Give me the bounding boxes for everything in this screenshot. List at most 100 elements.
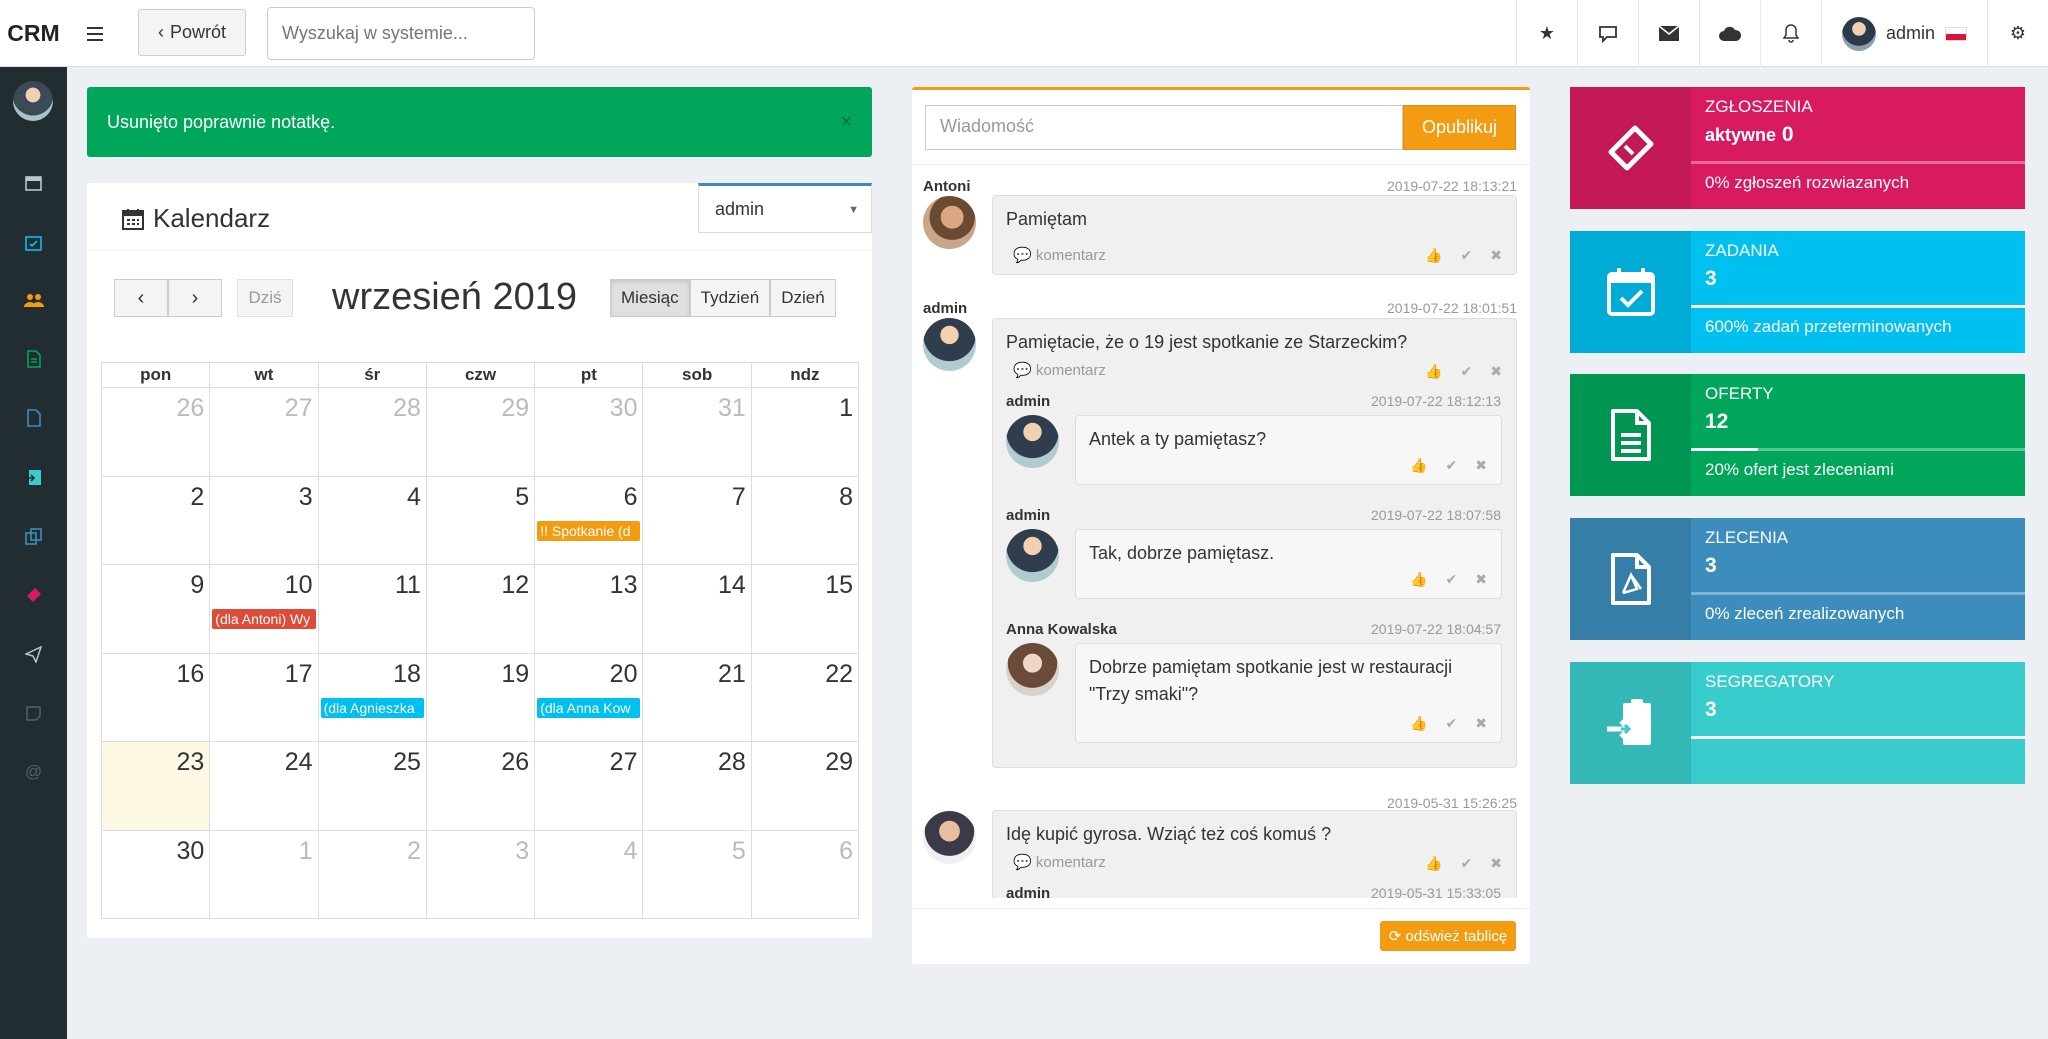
view-button-1[interactable]: Tydzień bbox=[689, 279, 771, 317]
prev-month-button[interactable]: ‹ bbox=[114, 279, 168, 317]
calendar-day[interactable]: 30 bbox=[534, 388, 642, 476]
ticket-icon[interactable] bbox=[0, 575, 67, 615]
check-icon[interactable]: ✔ bbox=[1461, 363, 1473, 380]
close-icon[interactable]: × bbox=[840, 111, 852, 134]
pdf-icon[interactable] bbox=[0, 398, 67, 438]
info-box-oferty[interactable]: OFERTY 12 20% ofert jest zleceniami bbox=[1570, 374, 2025, 496]
check-icon[interactable]: ✔ bbox=[1446, 457, 1458, 474]
check-icon[interactable]: ✔ bbox=[1446, 715, 1458, 732]
calendar-day[interactable]: 28 bbox=[317, 388, 426, 476]
envelope-icon[interactable] bbox=[1638, 0, 1699, 67]
check-icon[interactable]: ✔ bbox=[1461, 247, 1473, 264]
document-icon[interactable] bbox=[0, 339, 67, 379]
user-menu[interactable]: admin bbox=[1821, 0, 1987, 67]
sidebar-avatar[interactable] bbox=[13, 81, 53, 121]
note-icon[interactable] bbox=[0, 693, 67, 733]
star-icon[interactable]: ★ bbox=[1516, 0, 1577, 67]
thumbs-up-icon[interactable]: 👍 bbox=[1410, 571, 1427, 588]
calendar-day[interactable]: 29 bbox=[425, 388, 534, 476]
search-input[interactable] bbox=[267, 7, 535, 60]
send-icon[interactable] bbox=[0, 634, 67, 674]
calendar-day[interactable]: 16 bbox=[101, 653, 209, 741]
thumbs-up-icon[interactable]: 👍 bbox=[1425, 363, 1442, 380]
user-select[interactable]: admin bbox=[698, 183, 872, 233]
info-box-zgłoszenia[interactable]: ZGŁOSZENIA aktywne 0 0% zgłoszeń rozwiaz… bbox=[1570, 87, 2025, 209]
comment-link[interactable]: 💬 komentarz bbox=[1013, 246, 1106, 264]
message-input[interactable]: Wiadomość bbox=[925, 105, 1403, 150]
calendar-day[interactable]: 5 bbox=[425, 476, 534, 564]
comment-link[interactable]: 💬 komentarz bbox=[1013, 361, 1106, 379]
calendar-day[interactable]: 21 bbox=[642, 653, 750, 741]
calendar-day[interactable]: 14 bbox=[642, 565, 750, 653]
info-box-zadania[interactable]: ZADANIA 3 600% zadań przeterminowanych bbox=[1570, 231, 2025, 353]
calendar-day[interactable]: 29 bbox=[750, 742, 860, 830]
back-button[interactable]: ‹ Powrót bbox=[138, 9, 246, 56]
calendar-day[interactable]: 27 bbox=[209, 388, 317, 476]
calendar-day[interactable]: 6 bbox=[750, 830, 860, 918]
calendar-day[interactable]: 15 bbox=[750, 565, 860, 653]
calendar-day[interactable]: 20 (dla Anna Kow bbox=[534, 653, 642, 741]
calendar-day[interactable]: 1 bbox=[750, 388, 860, 476]
thumbs-up-icon[interactable]: 👍 bbox=[1410, 457, 1427, 474]
calendar-day[interactable]: 11 bbox=[317, 565, 426, 653]
calendar-day[interactable]: 31 bbox=[642, 388, 750, 476]
clipboard-icon[interactable] bbox=[0, 457, 67, 497]
calendar-day[interactable]: 25 bbox=[317, 742, 426, 830]
chat-icon[interactable] bbox=[1577, 0, 1638, 67]
info-box-zlecenia[interactable]: ZLECENIA 3 0% zleceń zrealizowanych bbox=[1570, 518, 2025, 640]
calendar-day[interactable]: 4 bbox=[534, 830, 642, 918]
calendar-event[interactable]: !! Spotkanie (d bbox=[537, 520, 641, 541]
calendar-day[interactable]: 6 !! Spotkanie (d bbox=[534, 476, 642, 564]
calendar-day[interactable]: 24 bbox=[209, 742, 317, 830]
calendar-day[interactable]: 13 bbox=[534, 565, 642, 653]
today-button[interactable]: Dziś bbox=[237, 279, 293, 317]
calendar-day[interactable]: 1 bbox=[209, 830, 317, 918]
cloud-icon[interactable] bbox=[1699, 0, 1760, 67]
thumbs-up-icon[interactable]: 👍 bbox=[1425, 247, 1442, 264]
calendar-event[interactable]: (dla Agnieszka bbox=[320, 697, 424, 718]
calendar-event[interactable]: (dla Anna Kow bbox=[537, 697, 641, 718]
calendar-day[interactable]: 2 bbox=[101, 476, 209, 564]
settings-gears-icon[interactable]: ⚙ bbox=[1987, 0, 2048, 67]
view-button-0[interactable]: Miesiąc bbox=[610, 279, 690, 317]
close-icon[interactable]: ✖ bbox=[1490, 247, 1502, 264]
app-logo[interactable]: CRM bbox=[0, 0, 67, 67]
calendar-day[interactable]: 3 bbox=[209, 476, 317, 564]
menu-toggle-icon[interactable] bbox=[78, 17, 112, 51]
at-sign-icon[interactable]: @ bbox=[0, 752, 67, 792]
calendar-day[interactable]: 30 bbox=[101, 830, 209, 918]
close-icon[interactable]: ✖ bbox=[1490, 363, 1502, 380]
calendar-day[interactable]: 2 bbox=[317, 830, 426, 918]
calendar-day[interactable]: 19 bbox=[425, 653, 534, 741]
calendar-day[interactable]: 9 bbox=[101, 565, 209, 653]
calendar-day[interactable]: 7 bbox=[642, 476, 750, 564]
close-icon[interactable]: ✖ bbox=[1475, 715, 1487, 732]
view-button-2[interactable]: Dzień bbox=[770, 279, 836, 317]
calendar-day[interactable]: 23 bbox=[101, 742, 210, 830]
close-icon[interactable]: ✖ bbox=[1475, 457, 1487, 474]
calendar-day[interactable]: 17 bbox=[209, 653, 317, 741]
calendar-event[interactable]: (dla Antoni) Wy bbox=[212, 609, 316, 629]
copy-icon[interactable] bbox=[0, 516, 67, 556]
next-month-button[interactable]: › bbox=[168, 279, 222, 317]
calendar-day[interactable]: 4 bbox=[317, 476, 426, 564]
info-box-segregatory[interactable]: SEGREGATORY 3 bbox=[1570, 662, 2025, 784]
publish-button[interactable]: Opublikuj bbox=[1403, 105, 1516, 150]
calendar-day[interactable]: 26 bbox=[425, 742, 534, 830]
comment-link[interactable]: 💬 komentarz bbox=[1013, 853, 1106, 871]
calendar-day[interactable]: 3 bbox=[425, 830, 534, 918]
check-icon[interactable]: ✔ bbox=[1461, 855, 1473, 872]
bell-icon[interactable] bbox=[1760, 0, 1821, 67]
close-icon[interactable]: ✖ bbox=[1490, 855, 1502, 872]
calendar-day[interactable]: 8 bbox=[750, 476, 860, 564]
calendar-day[interactable]: 18 (dla Agnieszka bbox=[317, 653, 426, 741]
thumbs-up-icon[interactable]: 👍 bbox=[1410, 715, 1427, 732]
calendar-day[interactable]: 27 bbox=[534, 742, 642, 830]
calendar-icon[interactable] bbox=[0, 162, 67, 202]
refresh-board-button[interactable]: ⟳ odśwież tablicę bbox=[1380, 921, 1516, 951]
users-icon[interactable] bbox=[0, 280, 67, 320]
calendar-check-icon[interactable] bbox=[0, 222, 67, 262]
thumbs-up-icon[interactable]: 👍 bbox=[1425, 855, 1442, 872]
calendar-day[interactable]: 12 bbox=[425, 565, 534, 653]
calendar-day[interactable]: 5 bbox=[642, 830, 750, 918]
